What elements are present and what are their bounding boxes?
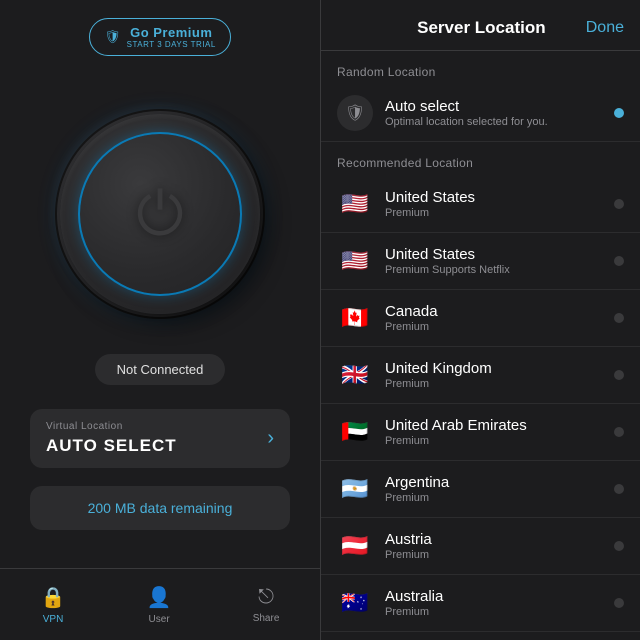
server-flag: 🇦🇪 <box>337 414 373 450</box>
nav-label-share: Share <box>253 613 280 624</box>
server-info: AustraliaPremium <box>385 588 614 618</box>
server-name: United Kingdom <box>385 360 614 377</box>
left-panel: 🛡 Go Premium START 3 DAYS TRIAL ⏻ Not Co… <box>0 0 320 640</box>
nav-label-user: User <box>149 614 170 625</box>
virtual-location-box[interactable]: Virtual Location AUTO SELECT › <box>30 409 290 468</box>
server-flag: 🇺🇸 <box>337 243 373 279</box>
server-name: Canada <box>385 303 614 320</box>
server-sub: Premium <box>385 492 614 504</box>
recommended-location-header: Recommended Location <box>321 142 640 176</box>
premium-text-group: Go Premium START 3 DAYS TRIAL <box>127 25 216 49</box>
premium-sub-label: START 3 DAYS TRIAL <box>127 40 216 49</box>
server-sub: Premium <box>385 435 614 447</box>
nav-item-user[interactable]: 👤 User <box>147 585 172 625</box>
chevron-right-icon: › <box>267 427 274 450</box>
server-dot <box>614 541 624 551</box>
bottom-navigation: 🔒 VPN 👤 User ⎋ Share <box>0 568 320 640</box>
server-list: Random Location 🛡 Auto select Optimal lo… <box>321 51 640 640</box>
server-item[interactable]: 🇦🇺 AustraliaPremium <box>321 575 640 632</box>
server-dot <box>614 484 624 494</box>
auto-select-info: Auto select Optimal location selected fo… <box>385 98 614 128</box>
server-info: ArgentinaPremium <box>385 474 614 504</box>
auto-select-item[interactable]: 🛡 Auto select Optimal location selected … <box>321 85 640 142</box>
nav-item-share[interactable]: ⎋ Share <box>253 586 280 624</box>
server-info: CanadaPremium <box>385 303 614 333</box>
done-button[interactable]: Done <box>586 19 624 37</box>
nav-label-vpn: VPN <box>43 614 64 625</box>
server-sub: Premium <box>385 207 614 219</box>
server-name: United Arab Emirates <box>385 417 614 434</box>
power-button-area[interactable]: ⏻ <box>50 104 270 324</box>
server-flag: 🇬🇧 <box>337 357 373 393</box>
share-icon: ⎋ <box>258 586 274 609</box>
right-panel: Server Location Done Random Location 🛡 A… <box>320 0 640 640</box>
server-item[interactable]: 🇨🇦 CanadaPremium <box>321 290 640 347</box>
auto-select-dot <box>614 108 624 118</box>
server-flag: 🇦🇷 <box>337 471 373 507</box>
auto-select-icon: 🛡 <box>337 95 373 131</box>
server-location-title: Server Location <box>377 18 586 38</box>
power-ring <box>80 134 240 294</box>
server-flag: 🇦🇹 <box>337 528 373 564</box>
server-item[interactable]: 🇺🇸 United StatesPremium Supports Netflix <box>321 233 640 290</box>
server-item[interactable]: 🇦🇹 AustriaPremium <box>321 518 640 575</box>
server-info: United KingdomPremium <box>385 360 614 390</box>
server-item[interactable]: 🇦🇪 United Arab EmiratesPremium <box>321 404 640 461</box>
random-location-header: Random Location <box>321 51 640 85</box>
auto-select-sub: Optimal location selected for you. <box>385 116 614 128</box>
virtual-location-info: Virtual Location AUTO SELECT <box>46 421 177 456</box>
server-dot <box>614 256 624 266</box>
data-remaining-box[interactable]: 200 MB data remaining <box>30 486 290 530</box>
data-remaining-text: 200 MB data remaining <box>88 500 233 516</box>
server-name: United States <box>385 246 614 263</box>
premium-main-label: Go Premium <box>130 25 212 40</box>
server-flag: 🇨🇦 <box>337 300 373 336</box>
server-name: Austria <box>385 531 614 548</box>
server-item[interactable]: 🇺🇸 United StatesPremium <box>321 176 640 233</box>
server-item[interactable]: 🇦🇷 ArgentinaPremium <box>321 461 640 518</box>
server-sub: Premium Supports Netflix <box>385 264 614 276</box>
server-info: AustriaPremium <box>385 531 614 561</box>
server-sub: Premium <box>385 321 614 333</box>
connection-status-text: Not Connected <box>117 362 204 377</box>
go-premium-button[interactable]: 🛡 Go Premium START 3 DAYS TRIAL <box>89 18 231 56</box>
virtual-location-label: Virtual Location <box>46 421 177 432</box>
server-name: Argentina <box>385 474 614 491</box>
server-rows-container: 🇺🇸United StatesPremium🇺🇸United StatesPre… <box>321 176 640 632</box>
power-button[interactable]: ⏻ <box>60 114 260 314</box>
connection-status-badge: Not Connected <box>95 354 226 385</box>
server-flag: 🇦🇺 <box>337 585 373 621</box>
user-icon: 👤 <box>147 585 172 610</box>
server-info: United StatesPremium Supports Netflix <box>385 246 614 276</box>
server-dot <box>614 598 624 608</box>
server-sub: Premium <box>385 549 614 561</box>
server-info: United Arab EmiratesPremium <box>385 417 614 447</box>
server-name: United States <box>385 189 614 206</box>
server-name: Australia <box>385 588 614 605</box>
server-item[interactable]: 🇬🇧 United KingdomPremium <box>321 347 640 404</box>
shield-icon: 🛡 <box>104 29 121 45</box>
server-dot <box>614 199 624 209</box>
server-dot <box>614 427 624 437</box>
server-sub: Premium <box>385 378 614 390</box>
server-info: United StatesPremium <box>385 189 614 219</box>
lock-icon: 🔒 <box>41 585 66 610</box>
nav-item-vpn[interactable]: 🔒 VPN <box>41 585 66 625</box>
server-dot <box>614 370 624 380</box>
server-dot <box>614 313 624 323</box>
right-header: Server Location Done <box>321 0 640 51</box>
auto-select-name: Auto select <box>385 98 614 115</box>
virtual-location-value: AUTO SELECT <box>46 436 177 456</box>
server-flag: 🇺🇸 <box>337 186 373 222</box>
server-sub: Premium <box>385 606 614 618</box>
